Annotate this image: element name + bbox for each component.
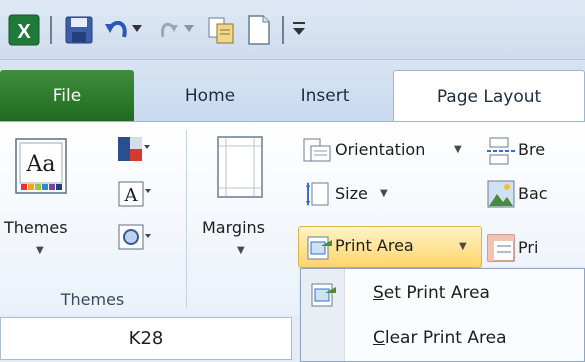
theme-fonts-icon[interactable]: A [118,181,152,211]
print-area-dropdown-arrow: ▼ [459,241,467,252]
save-icon[interactable] [64,15,94,45]
new-document-icon[interactable] [246,14,272,46]
print-titles-button-label[interactable]: Pri [518,238,538,257]
group-separator [186,130,187,308]
set-print-area-icon [311,281,337,307]
orientation-button-label[interactable]: Orientation [335,140,425,159]
set-print-area-label: Set Print Area [373,283,490,303]
orientation-icon[interactable] [303,138,331,164]
theme-colors-icon[interactable] [118,137,150,167]
tab-page-layout[interactable]: Page Layout [393,70,585,122]
theme-fonts-glyph: A [124,185,139,206]
name-box[interactable]: K28 [0,317,292,360]
print-area-menu: Set Print Area Clear Print Area [300,268,585,362]
size-button-label[interactable]: Size [335,184,368,203]
print-area-icon [307,234,333,260]
themes-aa-glyph: Aa [25,152,55,177]
undo-icon[interactable] [104,15,130,45]
ribbon-tab-bar: File Home Insert Page Layout [0,60,585,122]
print-titles-icon[interactable] [487,234,515,262]
set-print-area-item[interactable]: Set Print Area [301,271,584,317]
print-area-label: Print Area [335,236,414,255]
background-button-label[interactable]: Bac [518,184,548,203]
themes-button-label[interactable]: Themes [4,218,68,237]
breaks-button-label[interactable]: Bre [518,140,545,159]
tab-insert[interactable]: Insert [275,70,375,122]
excel-icon[interactable]: X [8,14,40,46]
redo-icon[interactable] [158,17,180,43]
themes-group-label: Themes [60,290,125,309]
toolbar-separator [282,16,284,44]
clear-print-area-item[interactable]: Clear Print Area [301,316,584,362]
margins-button-label[interactable]: Margins [202,218,265,237]
background-icon[interactable] [487,180,515,208]
margins-icon[interactable] [217,136,263,198]
print-area-button[interactable]: Print Area ▼ [298,226,482,268]
quick-access-toolbar: X [0,0,585,60]
tab-home[interactable]: Home [160,70,260,122]
theme-effects-icon[interactable] [118,224,152,254]
themes-icon[interactable]: Aa [15,138,67,194]
size-icon[interactable] [306,180,332,208]
margins-dropdown-arrow[interactable]: ▼ [237,245,245,256]
clear-print-area-label: Clear Print Area [373,328,507,348]
themes-dropdown-arrow[interactable]: ▼ [36,245,44,256]
redo-dropdown-icon[interactable] [184,24,194,34]
toolbar-separator [50,16,52,44]
svg-text:X: X [17,21,31,43]
size-dropdown-arrow[interactable]: ▼ [380,188,388,199]
customize-icon[interactable] [292,20,306,38]
tab-file[interactable]: File [0,70,134,122]
copy-icon[interactable] [206,15,236,45]
undo-dropdown-icon[interactable] [132,24,142,34]
orientation-dropdown-arrow[interactable]: ▼ [454,144,462,155]
breaks-icon[interactable] [487,137,515,165]
